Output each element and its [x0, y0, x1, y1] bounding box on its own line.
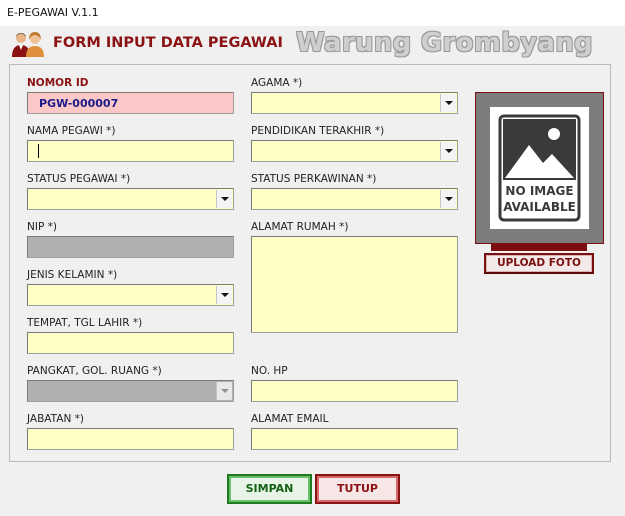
nip-field [27, 236, 234, 258]
chevron-down-icon [445, 101, 453, 105]
agama-select[interactable] [251, 92, 458, 114]
jenis-kelamin-select[interactable] [27, 284, 234, 306]
nomor-id-field: PGW-000007 [27, 92, 234, 114]
alamat-email-label: ALAMAT EMAIL [251, 413, 329, 425]
status-perkawinan-dropdown-button[interactable] [440, 190, 456, 208]
upload-photo-button[interactable]: UPLOAD FOTO [484, 253, 594, 274]
status-pegawai-label: STATUS PEGAWAI *) [27, 173, 131, 185]
watermark-text: Warung Grombyang [296, 28, 593, 58]
chevron-down-icon [221, 389, 229, 393]
alamat-rumah-label: ALAMAT RUMAH *) [251, 221, 349, 233]
text-caret [38, 144, 39, 158]
status-pegawai-dropdown-button[interactable] [216, 190, 232, 208]
pendidikan-dropdown-button[interactable] [440, 142, 456, 160]
status-perkawinan-label: STATUS PERKAWINAN *) [251, 173, 377, 185]
title-bar: E-PEGAWAI V.1.1 [0, 0, 625, 26]
status-pegawai-select[interactable] [27, 188, 234, 210]
pangkat-gol-ruang-label: PANGKAT, GOL. RUANG *) [27, 365, 162, 377]
form-title: FORM INPUT DATA PEGAWAI [53, 35, 283, 51]
chevron-down-icon [221, 197, 229, 201]
save-button[interactable]: SIMPAN [227, 474, 312, 504]
status-perkawinan-select[interactable] [251, 188, 458, 210]
no-image-line2: AVAILABLE [503, 200, 576, 214]
nip-label: NIP *) [27, 221, 57, 233]
alamat-rumah-textarea[interactable] [251, 236, 458, 333]
tempat-tgl-lahir-input[interactable] [27, 332, 234, 354]
pangkat-dropdown-button [216, 382, 232, 400]
pendidikan-terakhir-label: PENDIDIKAN TERAKHIR *) [251, 125, 385, 137]
photo-placeholder: NO IMAGE AVAILABLE [490, 107, 589, 229]
chevron-down-icon [221, 293, 229, 297]
no-hp-input[interactable] [251, 380, 458, 402]
photo-frame: NO IMAGE AVAILABLE [475, 92, 604, 244]
chevron-down-icon [445, 149, 453, 153]
nomor-id-value: PGW-000007 [39, 97, 119, 110]
pangkat-gol-ruang-select [27, 380, 234, 402]
pendidikan-terakhir-select[interactable] [251, 140, 458, 162]
tempat-tgl-lahir-label: TEMPAT, TGL LAHIR *) [27, 317, 143, 329]
window-title: E-PEGAWAI V.1.1 [7, 6, 99, 19]
close-button[interactable]: TUTUP [315, 474, 400, 504]
nama-pegawai-label: NAMA PEGAWI *) [27, 125, 116, 137]
nomor-id-label: NOMOR ID [27, 77, 89, 89]
jabatan-label: JABATAN *) [27, 413, 84, 425]
agama-label: AGAMA *) [251, 77, 303, 89]
jabatan-input[interactable] [27, 428, 234, 450]
photo-frame-shadow [491, 243, 587, 251]
jenis-kelamin-label: JENIS KELAMIN *) [27, 269, 118, 281]
image-placeholder-icon: NO IMAGE AVAILABLE [498, 114, 581, 222]
agama-dropdown-button[interactable] [440, 94, 456, 112]
alamat-email-input[interactable] [251, 428, 458, 450]
nama-pegawai-input[interactable] [27, 140, 234, 162]
users-icon [12, 32, 44, 57]
no-hp-label: NO. HP [251, 365, 288, 377]
jenis-kelamin-dropdown-button[interactable] [216, 286, 232, 304]
no-image-line1: NO IMAGE [505, 184, 573, 198]
chevron-down-icon [445, 197, 453, 201]
